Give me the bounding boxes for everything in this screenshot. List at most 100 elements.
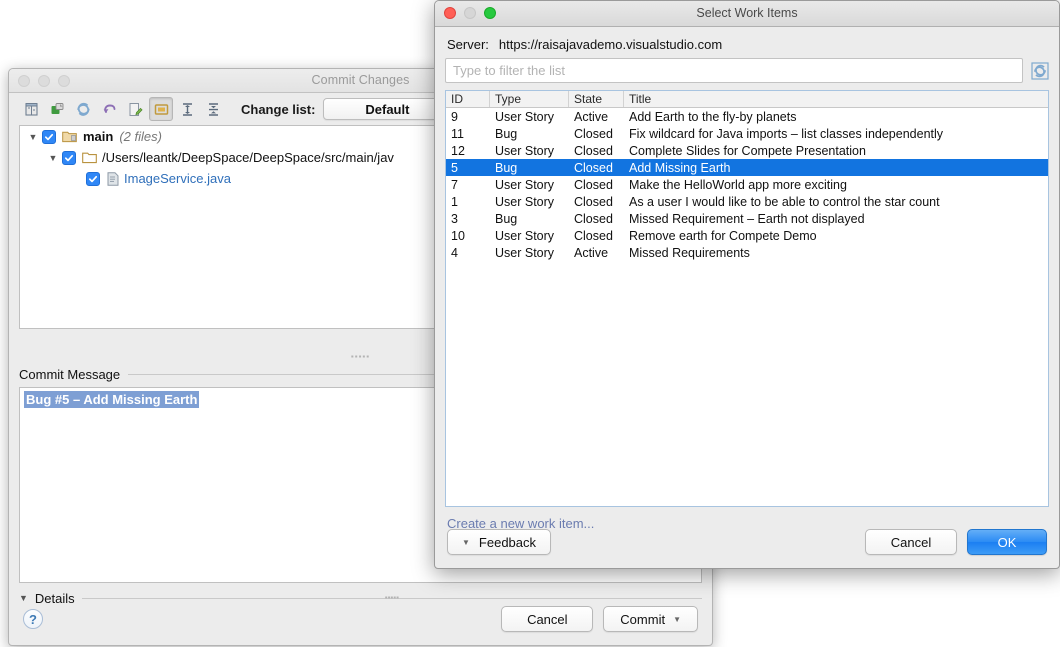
cell-title: Fix wildcard for Java imports – list cla… xyxy=(624,125,1048,142)
checkbox[interactable] xyxy=(86,172,100,186)
changelist-control: Change list: Default ▲▼ xyxy=(241,98,451,120)
cancel-button-label: Cancel xyxy=(891,535,931,550)
work-items-dialog-footer: ▼ Feedback Cancel OK xyxy=(435,516,1059,568)
filter-input[interactable]: Type to filter the list xyxy=(445,58,1023,83)
column-header-id[interactable]: ID xyxy=(446,91,490,107)
revert-selected-icon[interactable] xyxy=(45,97,69,121)
column-header-type[interactable]: Type xyxy=(490,91,569,107)
ok-button-label: OK xyxy=(998,535,1017,550)
table-row[interactable]: 7User StoryClosedMake the HelloWorld app… xyxy=(446,176,1048,193)
tree-node-label: /Users/leantk/DeepSpace/DeepSpace/src/ma… xyxy=(102,150,394,165)
cell-title: Remove earth for Compete Demo xyxy=(624,227,1048,244)
table-body: 9User StoryActiveAdd Earth to the fly-by… xyxy=(446,108,1048,261)
cell-type: User Story xyxy=(490,227,569,244)
tree-node-meta: (2 files) xyxy=(119,129,162,144)
cell-id: 9 xyxy=(446,108,490,125)
show-diff-icon[interactable] xyxy=(19,97,43,121)
work-items-titlebar[interactable]: Select Work Items xyxy=(435,1,1059,27)
cell-id: 3 xyxy=(446,210,490,227)
cell-state: Active xyxy=(569,244,624,261)
table-header: ID Type State Title xyxy=(446,91,1048,108)
disclosure-triangle-icon[interactable]: ▼ xyxy=(44,153,62,163)
java-file-icon xyxy=(107,172,119,186)
changelist-dropdown[interactable]: Default ▲▼ xyxy=(323,98,451,120)
server-url: https://raisajavademo.visualstudio.com xyxy=(499,37,722,52)
ok-button[interactable]: OK xyxy=(967,529,1047,555)
server-row: Server: https://raisajavademo.visualstud… xyxy=(435,27,1059,58)
module-folder-icon xyxy=(62,130,77,143)
table-row[interactable]: 9User StoryActiveAdd Earth to the fly-by… xyxy=(446,108,1048,125)
cancel-button[interactable]: Cancel xyxy=(865,529,957,555)
table-row[interactable]: 4User StoryActiveMissed Requirements xyxy=(446,244,1048,261)
chevron-down-icon[interactable]: ▼ xyxy=(673,615,681,624)
cell-title: Missed Requirements xyxy=(624,244,1048,261)
changelist-value: Default xyxy=(365,102,409,117)
cell-title: As a user I would like to be able to con… xyxy=(624,193,1048,210)
column-header-state[interactable]: State xyxy=(569,91,624,107)
checkbox[interactable] xyxy=(62,151,76,165)
folder-icon xyxy=(82,151,97,164)
cell-id: 12 xyxy=(446,142,490,159)
checkbox[interactable] xyxy=(42,130,56,144)
chevron-down-icon[interactable]: ▼ xyxy=(462,538,470,547)
cell-state: Closed xyxy=(569,193,624,210)
collapse-all-icon[interactable] xyxy=(201,97,225,121)
filter-row: Type to filter the list xyxy=(435,58,1059,83)
table-row[interactable]: 11BugClosedFix wildcard for Java imports… xyxy=(446,125,1048,142)
table-row[interactable]: 12User StoryClosedComplete Slides for Co… xyxy=(446,142,1048,159)
table-row[interactable]: 10User StoryClosedRemove earth for Compe… xyxy=(446,227,1048,244)
cell-state: Closed xyxy=(569,227,624,244)
server-label: Server: xyxy=(447,37,489,52)
cell-state: Closed xyxy=(569,176,624,193)
cancel-button-label: Cancel xyxy=(527,612,567,627)
question-mark-icon[interactable]: ? xyxy=(23,609,43,629)
commit-button-label: Commit xyxy=(620,612,665,627)
cancel-button[interactable]: Cancel xyxy=(501,606,593,632)
group-by-directory-icon[interactable] xyxy=(149,97,173,121)
tree-node-label: main xyxy=(83,129,113,144)
cell-state: Closed xyxy=(569,159,624,176)
disclosure-triangle-icon[interactable]: ▼ xyxy=(24,132,42,142)
table-row[interactable]: 3BugClosedMissed Requirement – Earth not… xyxy=(446,210,1048,227)
commit-message-value: Bug #5 – Add Missing Earth xyxy=(24,391,199,408)
refresh-icon[interactable] xyxy=(71,97,95,121)
cell-title: Add Earth to the fly-by planets xyxy=(624,108,1048,125)
rollback-icon[interactable] xyxy=(97,97,121,121)
cell-id: 5 xyxy=(446,159,490,176)
cell-type: User Story xyxy=(490,108,569,125)
tree-node-label[interactable]: ImageService.java xyxy=(124,171,231,186)
cell-type: Bug xyxy=(490,159,569,176)
feedback-button[interactable]: ▼ Feedback xyxy=(447,529,551,555)
table-row[interactable]: 5BugClosedAdd Missing Earth xyxy=(446,159,1048,176)
work-items-dialog-title: Select Work Items xyxy=(435,6,1059,20)
select-work-items-dialog: Select Work Items Server: https://raisaj… xyxy=(434,0,1060,569)
cell-title: Add Missing Earth xyxy=(624,159,1048,176)
cell-type: Bug xyxy=(490,125,569,142)
cell-state: Closed xyxy=(569,210,624,227)
commit-message-label: Commit Message xyxy=(19,367,120,382)
cell-title: Missed Requirement – Earth not displayed xyxy=(624,210,1048,227)
screen: Commit Changes xyxy=(0,0,1060,647)
cell-title: Complete Slides for Compete Presentation xyxy=(624,142,1048,159)
cell-id: 4 xyxy=(446,244,490,261)
changelist-label: Change list: xyxy=(241,102,315,117)
cell-id: 11 xyxy=(446,125,490,142)
edit-source-icon[interactable] xyxy=(123,97,147,121)
refresh-icon[interactable] xyxy=(1030,61,1049,80)
splitter-grip-icon: ▪▪▪▪▪ xyxy=(351,352,370,361)
cell-id: 1 xyxy=(446,193,490,210)
table-row[interactable]: 1User StoryClosedAs a user I would like … xyxy=(446,193,1048,210)
column-header-title[interactable]: Title xyxy=(624,91,1048,107)
cell-id: 10 xyxy=(446,227,490,244)
cell-state: Closed xyxy=(569,142,624,159)
work-items-table[interactable]: ID Type State Title 9User StoryActiveAdd… xyxy=(445,90,1049,507)
cell-type: User Story xyxy=(490,244,569,261)
expand-all-icon[interactable] xyxy=(175,97,199,121)
cell-state: Active xyxy=(569,108,624,125)
commit-button[interactable]: Commit ▼ xyxy=(603,606,698,632)
cell-type: User Story xyxy=(490,142,569,159)
cell-id: 7 xyxy=(446,176,490,193)
cell-type: User Story xyxy=(490,176,569,193)
cell-type: User Story xyxy=(490,193,569,210)
cell-state: Closed xyxy=(569,125,624,142)
